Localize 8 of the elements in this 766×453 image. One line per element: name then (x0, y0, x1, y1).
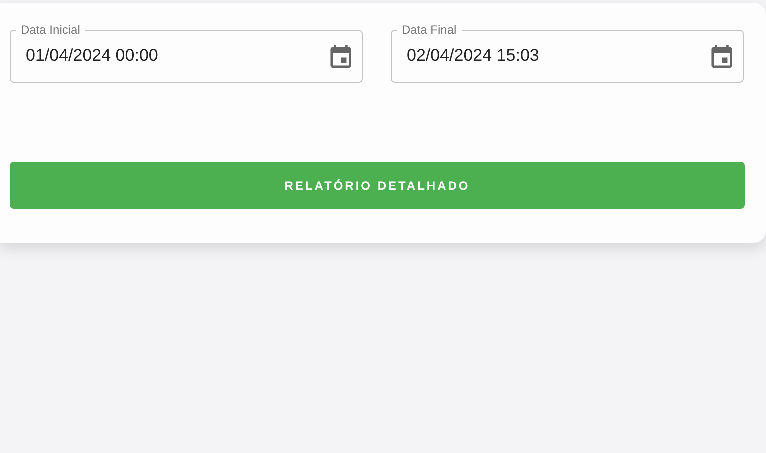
date-input[interactable]: 01/04/2024 00:00 (26, 43, 330, 69)
field-label: Data Final (401, 22, 458, 38)
date-input[interactable]: 02/04/2024 15:03 (407, 43, 711, 69)
date-field[interactable]: Data Final 02/04/2024 15:03 (391, 22, 744, 83)
date-field[interactable]: Data Inicial 01/04/2024 00:00 (10, 22, 363, 83)
field-label: Data Inicial (20, 22, 82, 38)
calendar-icon[interactable] (711, 44, 733, 68)
calendar-icon[interactable] (330, 44, 352, 68)
